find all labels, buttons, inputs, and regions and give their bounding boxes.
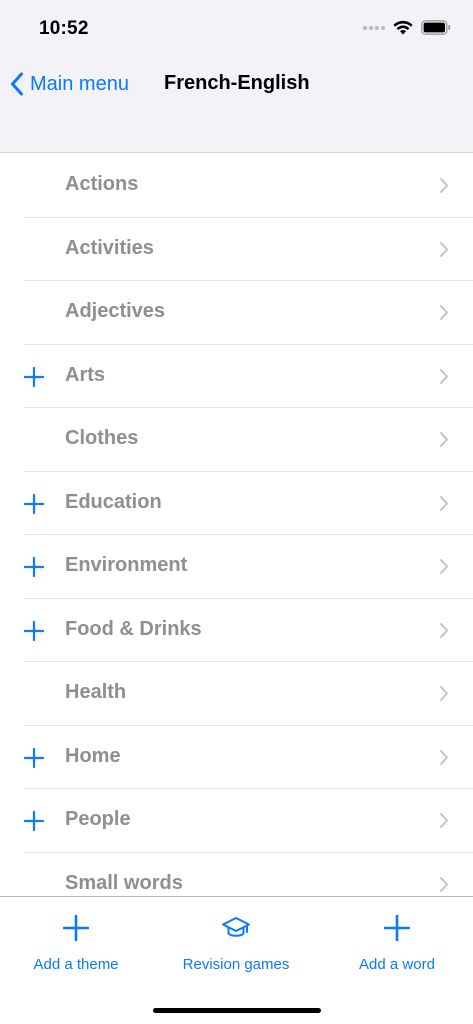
theme-label: Education bbox=[65, 490, 162, 513]
theme-label: Activities bbox=[65, 236, 154, 259]
revision-games-label: Revision games bbox=[182, 956, 290, 973]
graduation-cap-icon bbox=[222, 917, 250, 937]
chevron-right-icon bbox=[440, 495, 448, 511]
back-button[interactable]: Main menu bbox=[10, 68, 129, 100]
plus-icon[interactable] bbox=[24, 493, 44, 514]
screen: 10:52 Main menu French-English Actions A… bbox=[0, 0, 473, 1024]
tab-bar: Add a theme Revision games Add a word bbox=[0, 896, 473, 1024]
theme-label: Actions bbox=[65, 173, 139, 195]
plus-icon bbox=[384, 915, 410, 941]
theme-row[interactable]: Activities bbox=[0, 218, 473, 281]
theme-label: Food & Drinks bbox=[65, 617, 202, 640]
status-icons bbox=[363, 20, 451, 35]
plus-icon[interactable] bbox=[24, 811, 44, 831]
chevron-right-icon bbox=[440, 368, 448, 384]
chevron-right-icon bbox=[440, 622, 448, 638]
theme-row[interactable]: Health bbox=[0, 662, 473, 726]
theme-label: Environment bbox=[65, 554, 188, 576]
theme-row[interactable]: Food & Drinks bbox=[0, 599, 473, 662]
plus-icon[interactable] bbox=[24, 747, 44, 768]
chevron-right-icon bbox=[440, 178, 448, 193]
theme-row[interactable]: Home bbox=[0, 726, 473, 789]
theme-list: Actions Activities Adjectives Arts Clothes Ed… bbox=[0, 154, 473, 916]
header: 10:52 Main menu French-English bbox=[0, 0, 473, 153]
plus-icon[interactable] bbox=[24, 620, 44, 641]
theme-row[interactable]: Actions bbox=[0, 154, 473, 218]
chevron-right-icon bbox=[440, 749, 448, 765]
add-theme-button[interactable]: Add a theme bbox=[1, 897, 151, 993]
theme-label: Small words bbox=[65, 871, 183, 894]
plus-icon[interactable] bbox=[24, 366, 44, 387]
chevron-right-icon bbox=[440, 305, 448, 320]
chevron-right-icon bbox=[440, 813, 448, 828]
battery-icon bbox=[421, 20, 451, 35]
theme-row[interactable]: People bbox=[0, 789, 473, 853]
chevron-right-icon bbox=[440, 876, 448, 892]
chevron-right-icon bbox=[440, 686, 448, 701]
plus-icon bbox=[63, 915, 89, 941]
add-word-label: Add a word bbox=[359, 956, 435, 973]
chevron-left-icon bbox=[11, 72, 23, 96]
add-theme-label: Add a theme bbox=[33, 956, 119, 973]
revision-games-button[interactable]: Revision games bbox=[161, 897, 311, 993]
theme-label: Clothes bbox=[65, 427, 139, 449]
plus-icon[interactable] bbox=[24, 557, 44, 577]
theme-row[interactable]: Environment bbox=[0, 535, 473, 599]
theme-label: Adjectives bbox=[65, 300, 166, 322]
theme-label: Home bbox=[65, 744, 121, 767]
chevron-right-icon bbox=[440, 432, 448, 447]
back-label: Main menu bbox=[30, 72, 129, 95]
chevron-right-icon bbox=[440, 559, 448, 574]
status-time: 10:52 bbox=[39, 18, 89, 39]
theme-row[interactable]: Adjectives bbox=[0, 281, 473, 345]
theme-label: People bbox=[65, 808, 131, 830]
theme-label: Health bbox=[65, 681, 127, 703]
add-word-button[interactable]: Add a word bbox=[322, 897, 472, 993]
signal-icon bbox=[363, 25, 385, 30]
theme-row[interactable]: Clothes bbox=[0, 408, 473, 472]
chevron-right-icon bbox=[440, 241, 448, 257]
page-title: French-English bbox=[164, 72, 310, 94]
theme-row[interactable]: Education bbox=[0, 472, 473, 535]
wifi-icon bbox=[393, 20, 413, 35]
theme-label: Arts bbox=[65, 363, 106, 386]
home-indicator bbox=[153, 1008, 321, 1013]
theme-row[interactable]: Arts bbox=[0, 345, 473, 408]
